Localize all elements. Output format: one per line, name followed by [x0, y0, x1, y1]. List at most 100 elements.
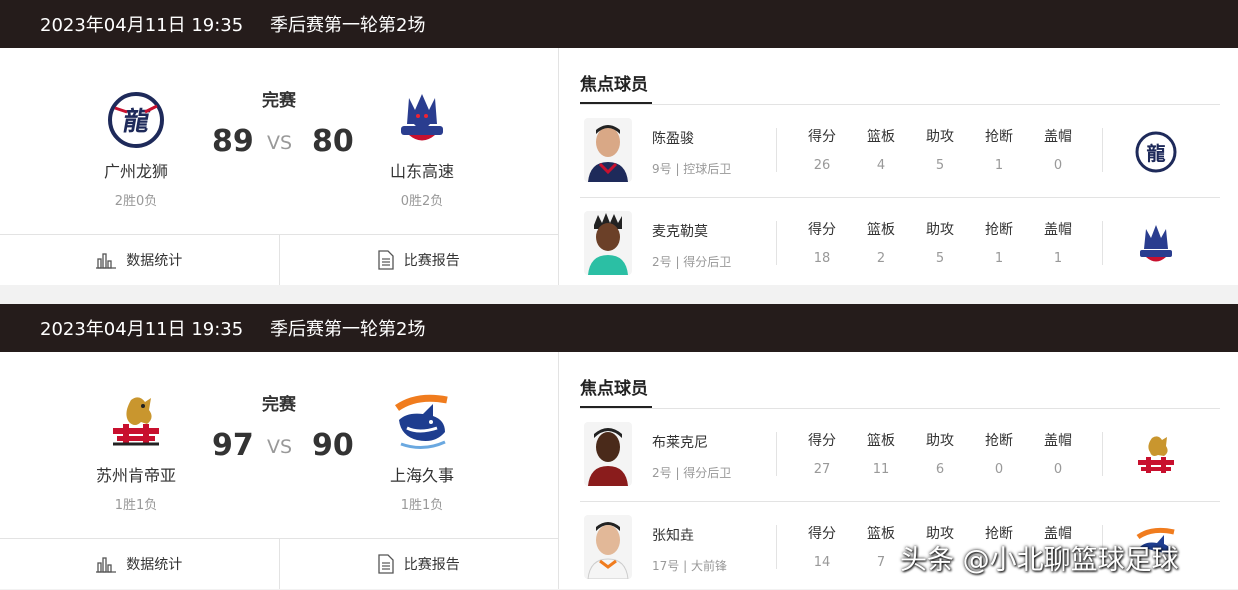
bar-chart-icon: [96, 253, 117, 269]
game-body: 龍 广州龙狮 2胜0负 完赛 89 VS 80 山东高速 0胜2负 数据统计 比…: [0, 48, 1238, 285]
game-round: 季后赛第一轮第2场: [270, 319, 426, 340]
stat-steals: 抢断 0: [974, 410, 1024, 477]
divider: [776, 432, 777, 476]
game-card-1: 2023年04月11日 19:35 季后赛第一轮第2场 龍 广州龙狮 2胜0负 …: [0, 0, 1238, 285]
player-info: 9号 | 控球后卫: [652, 162, 732, 176]
stat-value: 0: [994, 462, 1004, 477]
stat-label: 盖帽: [1044, 129, 1072, 145]
player-row[interactable]: 麦克勒莫 2号 | 得分后卫 得分 18 篮板 2 助攻 5 抢断 1 盖帽 1: [580, 199, 1220, 285]
stat-blocks: 盖帽 0: [1033, 410, 1083, 477]
game-status: 完赛: [262, 91, 296, 111]
vs-label: VS: [267, 132, 293, 154]
game-date: 2023年04月11日 19:35: [40, 319, 244, 340]
title-underline: [580, 102, 652, 104]
stat-value: 2: [876, 251, 886, 266]
stat-label: 得分: [808, 222, 836, 238]
divider: [776, 128, 777, 172]
stat-value: 1: [1053, 251, 1063, 266]
team-record: 1胜1负: [114, 498, 158, 513]
stat-label: 助攻: [926, 433, 954, 449]
stat-label: 抢断: [985, 433, 1013, 449]
suzhou-logo-icon: [1130, 430, 1182, 482]
divider: [776, 525, 777, 569]
action-buttons: 数据统计 比赛报告: [0, 538, 558, 589]
shanghai-logo-icon: [387, 388, 457, 458]
divider: [1102, 128, 1103, 172]
away-team[interactable]: 山东高速 0胜2负: [362, 84, 482, 209]
stats-button-label: 数据统计: [126, 253, 183, 269]
team-name: 苏州肯帝亚: [95, 466, 176, 485]
player-info: 17号 | 大前锋: [652, 559, 727, 573]
report-button-label: 比赛报告: [403, 253, 460, 269]
team-record: 1胜1负: [400, 498, 444, 513]
team-record: 2胜0负: [114, 194, 158, 209]
stat-value: 1: [994, 158, 1004, 173]
away-score: 80: [312, 124, 354, 159]
stat-value: 5: [935, 251, 945, 266]
match-summary: 龍 广州龙狮 2胜0负 完赛 89 VS 80 山东高速 0胜2负 数据统计 比…: [0, 48, 558, 285]
player-avatar: [584, 211, 632, 275]
stat-rebounds: 篮板 7: [856, 503, 906, 570]
player-avatar: [584, 515, 632, 579]
stat-steals: 抢断 1: [974, 199, 1024, 266]
stat-assists: 助攻 6: [915, 410, 965, 477]
stat-label: 篮板: [867, 222, 895, 238]
player-name: 布莱克尼: [652, 435, 708, 451]
stat-value: 1: [994, 251, 1004, 266]
guangzhou-logo-icon: 龍: [1130, 126, 1182, 178]
shandong-logo-icon: [387, 84, 457, 154]
player-row[interactable]: 布莱克尼 2号 | 得分后卫 得分 27 篮板 11 助攻 6 抢断 0 盖帽 0: [580, 410, 1220, 502]
stat-assists: 助攻 5: [915, 199, 965, 266]
stat-value: 4: [876, 158, 886, 173]
team-name: 山东高速: [389, 162, 454, 181]
game-header: 2023年04月11日 19:35 季后赛第一轮第2场: [0, 0, 1238, 48]
divider: [776, 221, 777, 265]
stat-value: 0: [1053, 158, 1063, 173]
action-buttons: 数据统计 比赛报告: [0, 234, 558, 285]
guangzhou-logo-icon: 龍: [101, 84, 171, 154]
player-name: 陈盈骏: [652, 131, 694, 147]
title-underline: [580, 406, 652, 408]
vs-label: VS: [267, 436, 293, 458]
stats-button[interactable]: 数据统计: [0, 235, 279, 285]
stat-label: 抢断: [985, 222, 1013, 238]
away-score: 90: [312, 428, 354, 463]
stat-label: 助攻: [926, 222, 954, 238]
svg-text:龍: 龍: [1146, 142, 1165, 165]
stat-label: 助攻: [926, 129, 954, 145]
focus-title: 焦点球员: [580, 75, 648, 95]
report-button[interactable]: 比赛报告: [278, 539, 559, 589]
stat-label: 盖帽: [1044, 222, 1072, 238]
stat-label: 得分: [808, 433, 836, 449]
player-info: 2号 | 得分后卫: [652, 255, 732, 269]
stat-value: 5: [935, 158, 945, 173]
player-avatar: [584, 422, 632, 486]
away-team[interactable]: 上海久事 1胜1负: [362, 388, 482, 513]
home-team[interactable]: 苏州肯帝亚 1胜1负: [76, 388, 196, 513]
player-avatar: [584, 118, 632, 182]
stat-label: 篮板: [867, 433, 895, 449]
stat-value: 27: [813, 462, 831, 477]
report-button[interactable]: 比赛报告: [278, 235, 559, 285]
player-row[interactable]: 陈盈骏 9号 | 控球后卫 得分 26 篮板 4 助攻 5 抢断 1 盖帽 0 龍: [580, 106, 1220, 198]
stat-rebounds: 篮板 4: [856, 106, 906, 173]
suzhou-logo-icon: [101, 388, 171, 458]
divider: [580, 104, 1220, 105]
game-status: 完赛: [262, 395, 296, 415]
stat-label: 篮板: [867, 526, 895, 542]
game-date: 2023年04月11日 19:35: [40, 15, 244, 36]
game-round: 季后赛第一轮第2场: [270, 15, 426, 36]
document-icon: [378, 250, 394, 270]
home-team[interactable]: 龍 广州龙狮 2胜0负: [76, 84, 196, 209]
bar-chart-icon: [96, 557, 117, 573]
stat-points: 得分 18: [797, 199, 847, 266]
stat-assists: 助攻 5: [915, 106, 965, 173]
stats-button[interactable]: 数据统计: [0, 539, 279, 589]
divider: [1102, 432, 1103, 476]
stat-value: 7: [876, 555, 886, 570]
home-score: 89: [212, 124, 254, 159]
stat-points: 得分 27: [797, 410, 847, 477]
divider: [558, 352, 559, 589]
stat-points: 得分 26: [797, 106, 847, 173]
stat-label: 得分: [808, 526, 836, 542]
